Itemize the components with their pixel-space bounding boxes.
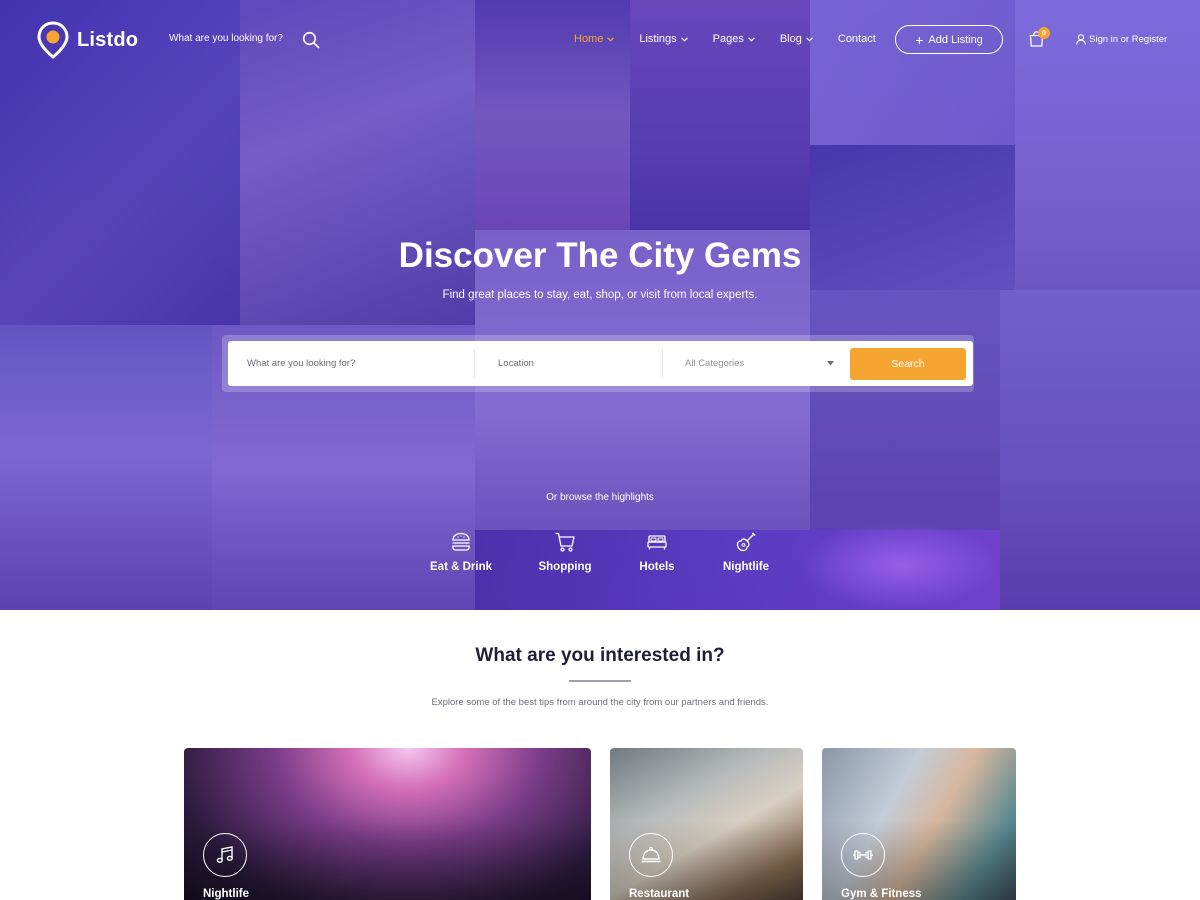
highlight-label: Nightlife — [723, 561, 769, 573]
card-icon-circle — [841, 833, 885, 877]
highlight-label: Shopping — [538, 561, 592, 573]
dumbbell-icon — [853, 850, 873, 860]
nav-item-contact[interactable]: Contact — [838, 33, 876, 45]
map-pin-icon — [37, 21, 69, 59]
section-subtitle: Explore some of the best tips from aroun… — [431, 697, 769, 708]
main-nav: Home Listings Pages Blog Contact — [574, 33, 901, 45]
search-icon[interactable] — [302, 31, 320, 49]
hero-title: Discover The City Gems — [398, 236, 802, 275]
search-bar: What are you looking for? Location All C… — [228, 341, 973, 386]
card-label: Gym & Fitness — [841, 888, 922, 900]
card-shade — [610, 748, 803, 900]
search-button[interactable]: Search — [850, 348, 966, 380]
nav-item-label: Pages — [712, 33, 744, 45]
guitar-icon — [736, 532, 756, 552]
highlight-label: Hotels — [639, 561, 675, 573]
site-header: Listdo What are you looking for? Home Li… — [0, 0, 1200, 80]
card-icon-circle — [629, 833, 673, 877]
chevron-down-icon — [806, 36, 813, 42]
field-divider — [662, 349, 663, 378]
nav-item-pages[interactable]: Pages — [713, 33, 755, 45]
browse-highlights-label: Or browse the highlights — [546, 492, 654, 503]
card-shade — [184, 748, 591, 900]
section-title: What are you interested in? — [475, 645, 725, 666]
cart-icon — [555, 532, 575, 552]
highlight-hotels[interactable]: Hotels — [612, 531, 702, 573]
hero-color-overlay — [0, 0, 1200, 610]
nav-item-label: Listings — [639, 33, 677, 45]
chevron-down-icon — [607, 36, 615, 42]
highlight-label: Eat & Drink — [430, 561, 492, 573]
hero-subtitle: Find great places to stay, eat, shop, or… — [442, 289, 758, 301]
nav-item-listings[interactable]: Listings — [639, 33, 688, 45]
music-note-icon — [216, 846, 233, 863]
bed-icon — [647, 535, 667, 550]
burger-icon — [452, 532, 470, 551]
what-search-input[interactable]: What are you looking for? — [247, 341, 473, 386]
nav-item-label: Blog — [779, 33, 802, 45]
highlight-eat-drink[interactable]: Eat & Drink — [416, 531, 506, 573]
card-shade — [822, 748, 1016, 900]
category-card-restaurant[interactable]: Restaurant — [610, 748, 803, 900]
add-listing-label: Add Listing — [928, 33, 983, 46]
plus-icon: + — [915, 31, 924, 48]
nav-item-label: Home — [574, 33, 604, 45]
hero-light-glow — [800, 520, 1000, 610]
hero-section — [0, 0, 1200, 610]
card-label: Restaurant — [629, 888, 690, 900]
field-divider — [474, 349, 475, 378]
category-card-nightlife[interactable]: Nightlife — [184, 748, 591, 900]
highlight-nightlife[interactable]: Nightlife — [701, 531, 791, 573]
nav-item-label: Contact — [837, 33, 876, 45]
header-search-input[interactable]: What are you looking for? — [169, 33, 283, 44]
title-divider — [569, 680, 631, 682]
add-listing-button[interactable]: + Add Listing — [895, 25, 1003, 54]
card-icon-circle — [203, 833, 247, 877]
cloche-icon — [641, 846, 661, 863]
location-input[interactable]: Location — [498, 341, 658, 386]
nav-item-home[interactable]: Home — [574, 33, 615, 45]
user-icon[interactable] — [1076, 34, 1086, 45]
chevron-down-icon — [680, 36, 688, 42]
chevron-down-icon — [748, 36, 755, 42]
logo-text: Listdo — [77, 28, 139, 51]
category-select[interactable]: All Categories — [685, 341, 835, 386]
caret-down-icon — [827, 361, 834, 366]
signin-register-link[interactable]: Sign in or Register — [1089, 34, 1167, 45]
category-card-gym-fitness[interactable]: Gym & Fitness — [822, 748, 1016, 900]
logo[interactable]: Listdo — [37, 21, 138, 59]
nav-item-blog[interactable]: Blog — [780, 33, 813, 45]
highlight-shopping[interactable]: Shopping — [520, 531, 610, 573]
cart-count-badge: 0 — [1038, 27, 1050, 39]
card-label: Nightlife — [203, 888, 249, 900]
